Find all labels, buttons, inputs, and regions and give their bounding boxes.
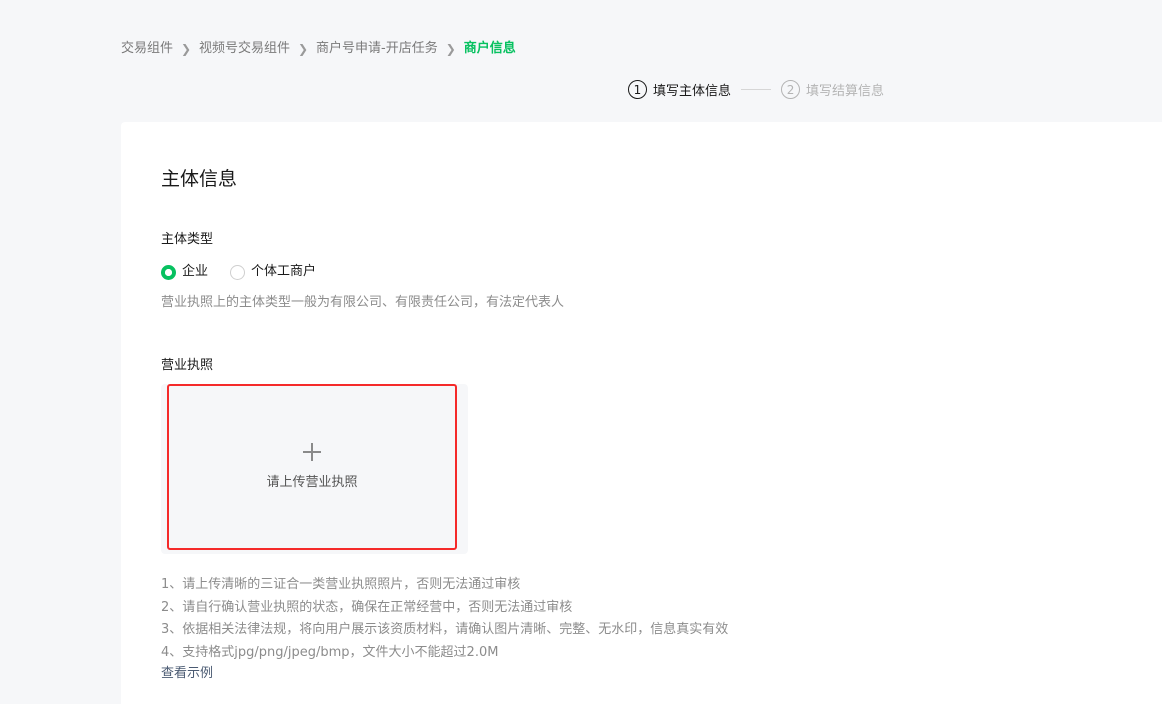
- business-license-label: 营业执照: [161, 358, 214, 373]
- upload-notes: 1、请上传清晰的三证合一类营业执照照片，否则无法通过审核 2、请自行确认营业执照…: [161, 574, 728, 664]
- upload-text: 请上传营业执照: [266, 475, 358, 490]
- subject-type-hint: 营业执照上的主体类型一般为有限公司、有限责任公司，有法定代表人: [161, 295, 565, 310]
- subject-type-radio-group: 企业 个体工商户: [161, 263, 338, 281]
- step-1: 1 填写主体信息: [628, 80, 731, 99]
- view-example-link[interactable]: 查看示例: [161, 665, 213, 683]
- page: 交易组件 ❯ 视频号交易组件 ❯ 商户号申请-开店任务 ❯ 商户信息 1 填写主…: [0, 0, 1162, 704]
- radio-label: 个体工商户: [251, 264, 317, 279]
- chevron-right-icon: ❯: [298, 42, 309, 56]
- breadcrumb-item-merchant-info: 商户信息: [463, 41, 516, 56]
- note-item: 3、依据相关法律法规，将向用户展示该资质材料，请确认图片清晰、完整、无水印，信息…: [161, 622, 729, 637]
- radio-label: 企业: [182, 264, 209, 279]
- step-indicator: 1 填写主体信息 2 填写结算信息: [628, 80, 884, 99]
- note-item: 2、请自行确认营业执照的状态，确保在正常经营中，否则无法通过审核: [161, 599, 573, 615]
- subject-type-label: 主体类型: [161, 232, 214, 247]
- chevron-right-icon: ❯: [180, 42, 192, 56]
- breadcrumb: 交易组件 ❯ 视频号交易组件 ❯ 商户号申请-开店任务 ❯ 商户信息: [121, 40, 516, 58]
- upload-area: 请上传营业执照: [161, 384, 468, 554]
- step-connector: [741, 89, 772, 90]
- radio-individual-business[interactable]: 个体工商户: [230, 263, 316, 281]
- subject-info-card: 主体信息 主体类型 企业 个体工商户 营业执照上的主体类型一般为有限公司、有限责…: [121, 122, 1162, 704]
- radio-enterprise[interactable]: 企业: [161, 263, 208, 281]
- breadcrumb-item-channels-trade-component[interactable]: 视频号交易组件: [199, 40, 290, 58]
- step-label: 填写主体信息: [653, 84, 732, 99]
- radio-checked-icon[interactable]: [161, 264, 176, 280]
- note-item: 4、支持格式jpg/png/jpeg/bmp，文件大小不能超过2.0M: [161, 644, 499, 660]
- note-item: 1、请上传清晰的三证合一类营业执照照片，否则无法通过审核: [161, 577, 521, 592]
- section-title: 主体信息: [161, 168, 238, 190]
- plus-icon: [302, 442, 322, 462]
- chevron-right-icon: ❯: [445, 42, 456, 56]
- upload-business-license-button[interactable]: 请上传营业执照: [167, 384, 457, 550]
- step-label: 填写结算信息: [806, 84, 885, 99]
- breadcrumb-item-trade-component[interactable]: 交易组件: [121, 40, 173, 58]
- radio-unchecked-icon[interactable]: [230, 264, 246, 280]
- step-number-circle: 1: [628, 80, 647, 99]
- step-number-circle: 2: [781, 80, 801, 99]
- breadcrumb-item-merchant-application[interactable]: 商户号申请-开店任务: [316, 40, 438, 58]
- step-2: 2 填写结算信息: [781, 80, 884, 99]
